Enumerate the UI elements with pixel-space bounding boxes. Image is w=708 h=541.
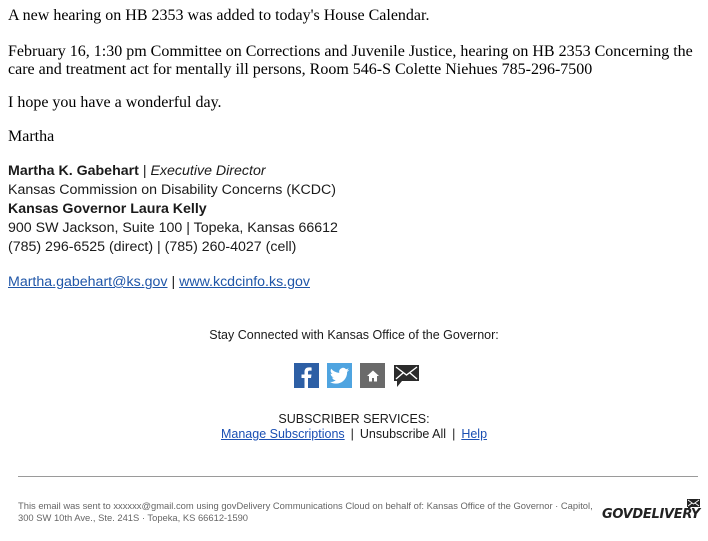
email-icon[interactable] — [393, 362, 420, 389]
body-paragraph-hearing-details: February 16, 1:30 pm Committee on Correc… — [8, 43, 693, 78]
signature-governor: Kansas Governor Laura Kelly — [8, 201, 207, 217]
body-closing-name: Martha — [8, 128, 55, 145]
separator: | — [452, 427, 456, 441]
signature-phones: (785) 296-6525 (direct) | (785) 260-4027… — [8, 239, 297, 255]
twitter-icon[interactable] — [327, 363, 352, 388]
footer-divider — [18, 476, 698, 477]
manage-subscriptions-link[interactable]: Manage Subscriptions — [221, 427, 345, 441]
email-signature: Martha K. Gabehart | Executive Director … — [8, 162, 338, 292]
body-paragraph-notice: A new hearing on HB 2353 was added to to… — [8, 7, 430, 24]
footer-disclaimer: This email was sent to xxxxxx@gmail.com … — [18, 500, 593, 523]
signature-website-link[interactable]: www.kcdcinfo.ks.gov — [179, 274, 310, 290]
signature-divider: | — [138, 163, 151, 179]
govdelivery-logo[interactable]: GOVDELIVERY — [602, 498, 702, 526]
body-paragraph-greeting: I hope you have a wonderful day. — [8, 94, 222, 111]
home-icon[interactable] — [360, 363, 385, 388]
social-icons — [294, 362, 420, 389]
subscriber-services-heading: SUBSCRIBER SERVICES: — [278, 412, 430, 426]
signature-title: Executive Director — [150, 163, 266, 179]
stay-connected-heading: Stay Connected with Kansas Office of the… — [209, 328, 499, 342]
signature-address: 900 SW Jackson, Suite 100 | Topeka, Kans… — [8, 220, 338, 236]
help-link[interactable]: Help — [461, 427, 487, 441]
signature-email-link[interactable]: Martha.gabehart@ks.gov — [8, 274, 168, 290]
speech-mail-icon — [687, 499, 700, 510]
signature-link-divider: | — [167, 274, 180, 290]
signature-name: Martha K. Gabehart — [8, 163, 139, 179]
unsubscribe-all-link[interactable]: Unsubscribe All — [360, 427, 446, 441]
separator: | — [350, 427, 354, 441]
signature-organization: Kansas Commission on Disability Concerns… — [8, 182, 336, 198]
govdelivery-logo-text: GOVDELIVERY — [602, 507, 700, 522]
facebook-icon[interactable] — [294, 363, 319, 388]
subscriber-services: SUBSCRIBER SERVICES: Manage Subscription… — [0, 412, 708, 442]
